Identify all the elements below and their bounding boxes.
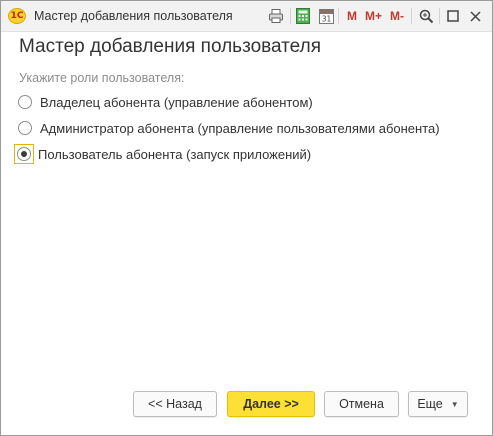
maximize-icon[interactable]	[443, 6, 463, 26]
role-option-label: Пользователь абонента (запуск приложений…	[38, 146, 312, 162]
zoom-icon[interactable]	[416, 6, 436, 26]
more-button-label: Еще	[417, 397, 443, 411]
role-option-owner[interactable]: Владелец абонента (управление абонентом)	[18, 91, 313, 113]
toolbar-separator	[439, 8, 440, 24]
toolbar-separator	[411, 8, 412, 24]
app-logo-text: 1С	[10, 11, 24, 21]
roles-prompt: Укажите роли пользователя:	[19, 71, 185, 85]
close-icon[interactable]	[465, 6, 485, 26]
radio-focus-ring[interactable]	[14, 144, 34, 164]
role-option-label: Владелец абонента (управление абонентом)	[40, 94, 313, 110]
memory-minus-button[interactable]: M-	[390, 9, 404, 23]
more-button[interactable]: Еще ▼	[408, 391, 468, 417]
role-option-admin[interactable]: Администратор абонента (управление польз…	[18, 117, 440, 139]
app-logo: 1С	[8, 8, 26, 24]
radio-button[interactable]	[18, 95, 32, 109]
memory-m-button[interactable]: M	[347, 9, 357, 23]
role-option-user[interactable]: Пользователь абонента (запуск приложений…	[14, 143, 312, 165]
cancel-button[interactable]: Отмена	[324, 391, 399, 417]
page-title: Мастер добавления пользователя	[19, 36, 321, 57]
print-icon[interactable]	[266, 6, 286, 26]
calendar-day: 31	[321, 15, 331, 24]
calculator-icon[interactable]	[293, 6, 313, 26]
radio-button[interactable]	[18, 121, 32, 135]
role-option-label: Администратор абонента (управление польз…	[40, 120, 440, 136]
toolbar-separator	[290, 8, 291, 24]
wizard-window: 1С Мастер добавления пользователя 31 M M…	[0, 0, 493, 436]
next-button[interactable]: Далее >>	[227, 391, 315, 417]
back-button[interactable]: << Назад	[133, 391, 217, 417]
radio-button-selected[interactable]	[17, 147, 31, 161]
memory-plus-button[interactable]: M+	[365, 9, 382, 23]
calendar-icon[interactable]: 31	[316, 6, 336, 26]
toolbar-separator	[338, 8, 339, 24]
window-title: Мастер добавления пользователя	[34, 9, 233, 23]
title-bar: 1С Мастер добавления пользователя 31 M M…	[1, 1, 492, 32]
chevron-down-icon: ▼	[450, 399, 459, 409]
